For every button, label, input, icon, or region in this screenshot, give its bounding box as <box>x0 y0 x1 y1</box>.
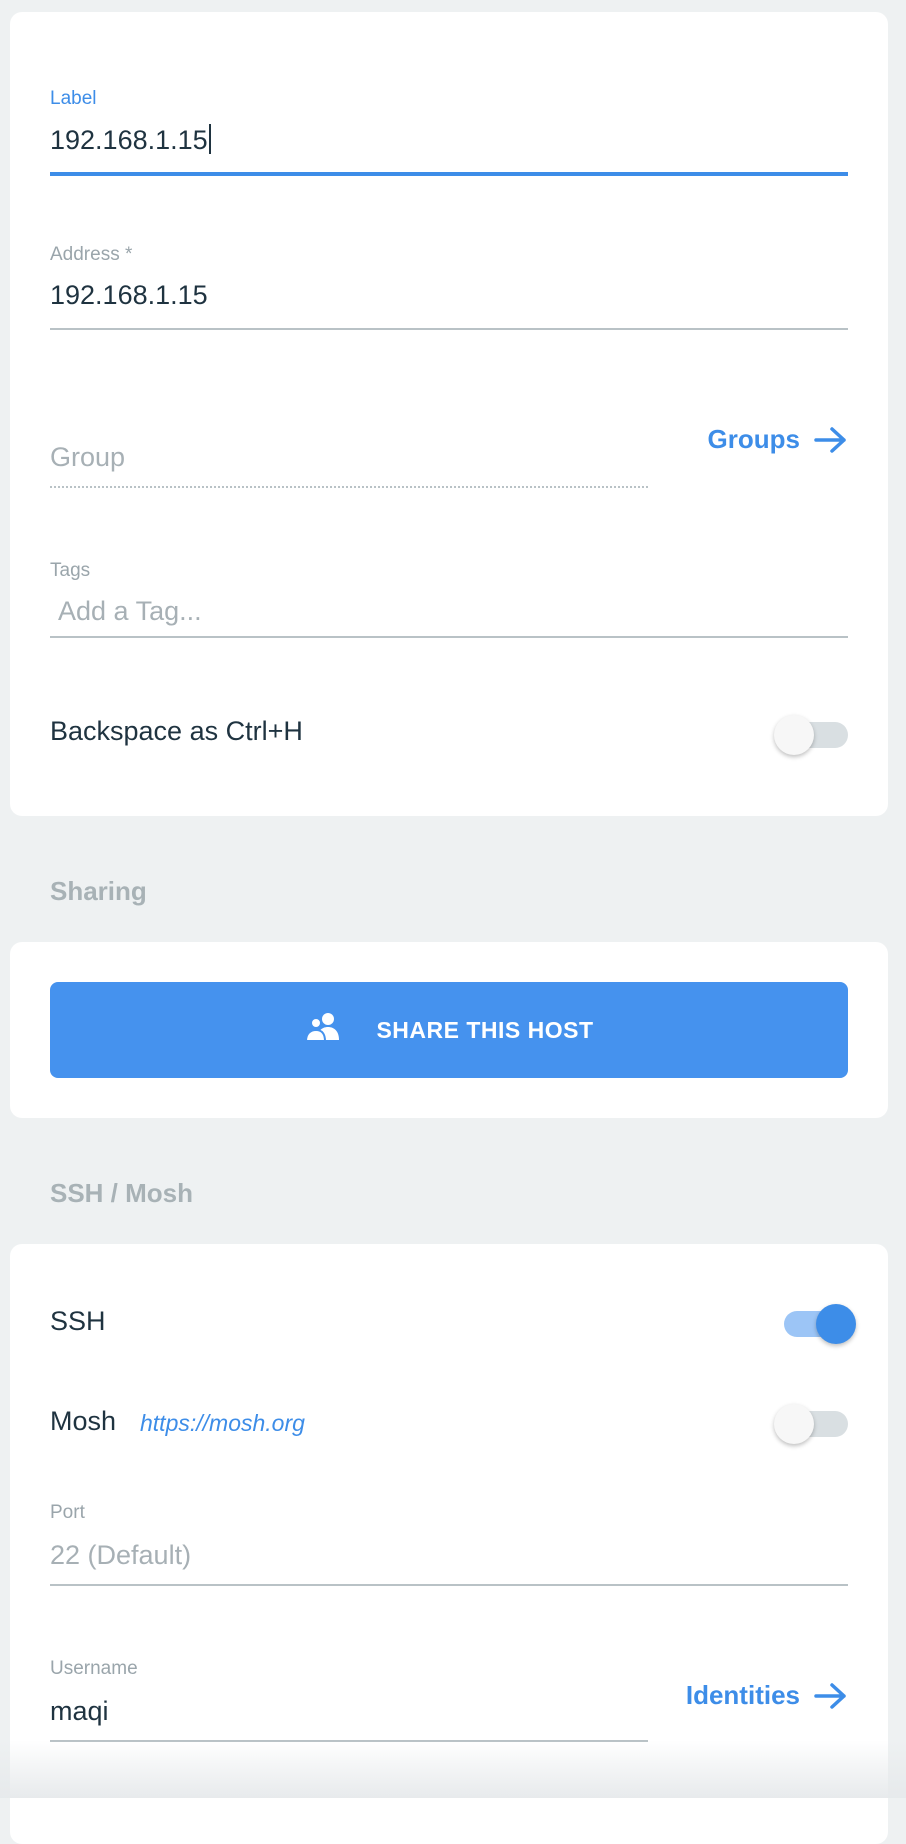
mosh-toggle[interactable] <box>774 1404 850 1444</box>
label-input[interactable]: 192.168.1.15 <box>50 124 211 156</box>
label-field-label: Label <box>50 88 97 109</box>
username-input[interactable]: maqi <box>50 1696 109 1727</box>
groups-link-label: Groups <box>707 424 800 454</box>
address-input[interactable]: 192.168.1.15 <box>50 280 208 311</box>
backspace-ctrl-h-label: Backspace as Ctrl+H <box>50 716 303 746</box>
tags-input-underline <box>50 636 848 638</box>
port-input-underline <box>50 1584 848 1586</box>
ssh-label: SSH <box>50 1306 106 1336</box>
arrow-right-icon <box>814 426 848 454</box>
groups-link[interactable]: Groups <box>708 424 848 455</box>
backspace-ctrl-h-toggle[interactable] <box>774 715 850 755</box>
address-input-underline <box>50 328 848 330</box>
ssh-toggle[interactable] <box>780 1304 856 1344</box>
share-this-host-label: SHARE THIS HOST <box>376 1016 594 1043</box>
bottom-scroll-fade <box>0 1740 906 1798</box>
port-input[interactable]: 22 (Default) <box>50 1540 191 1571</box>
arrow-right-icon <box>814 1682 848 1710</box>
mosh-label: Mosh <box>50 1406 117 1436</box>
group-input-underline <box>50 486 648 488</box>
toggle-knob <box>816 1304 856 1344</box>
general-card: Label 192.168.1.15 Address * 192.168.1.1… <box>10 12 888 816</box>
sharing-section-title: Sharing <box>50 876 147 906</box>
tags-field-label: Tags <box>50 560 91 581</box>
group-input[interactable]: Group <box>50 442 125 473</box>
identities-link-label: Identities <box>685 1680 800 1710</box>
tags-input[interactable]: Add a Tag... <box>58 596 202 627</box>
users-icon <box>304 1011 342 1049</box>
ssh-mosh-section-title: SSH / Mosh <box>50 1178 194 1208</box>
share-this-host-button[interactable]: SHARE THIS HOST <box>50 982 848 1078</box>
label-input-value: 192.168.1.15 <box>50 125 208 155</box>
identities-link[interactable]: Identities <box>686 1680 848 1711</box>
label-input-underline <box>50 172 848 176</box>
text-caret <box>208 124 211 154</box>
address-field-label: Address * <box>50 244 133 265</box>
toggle-knob <box>774 1404 814 1444</box>
mosh-website-link[interactable]: https://mosh.org <box>140 1410 305 1437</box>
port-field-label: Port <box>50 1502 85 1523</box>
sharing-card: SHARE THIS HOST <box>10 942 888 1118</box>
toggle-knob <box>774 715 814 755</box>
username-field-label: Username <box>50 1658 138 1679</box>
